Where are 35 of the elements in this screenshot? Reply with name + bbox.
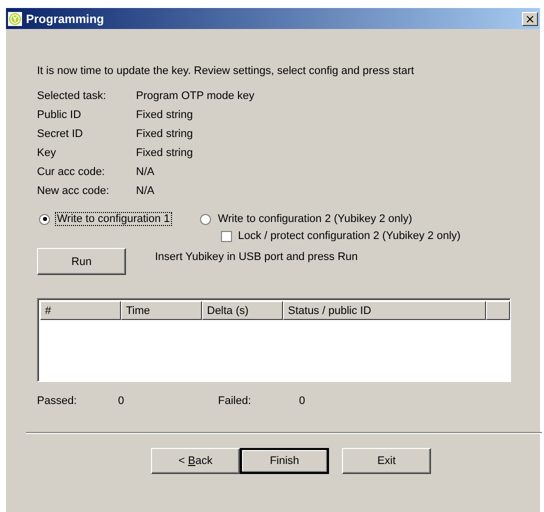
checkbox-label[interactable]: Lock / protect configuration 2 (Yubikey 2 only) [238, 230, 461, 242]
setting-value: Fixed string [136, 127, 193, 141]
checkbox[interactable] [221, 230, 232, 242]
counter-label: Failed: [218, 394, 252, 408]
y-logo-icon [8, 12, 22, 26]
setting-label: Public ID [37, 108, 82, 122]
radio-label[interactable]: Write to configuration 1 [55, 212, 172, 226]
column-header[interactable]: Status / public ID [283, 301, 486, 320]
counter-value: 0 [299, 394, 306, 408]
status-text: Insert Yubikey in USB port and press Run [155, 251, 358, 263]
window-title: Programming [26, 12, 106, 26]
setting-value: Fixed string [136, 108, 193, 122]
dialog-button[interactable]: < Back [151, 448, 240, 474]
setting-label: Cur acc code: [37, 165, 105, 179]
setting-label: New acc code: [37, 184, 110, 198]
column-header[interactable]: Time [121, 301, 202, 320]
dialog-button[interactable]: Exit [342, 448, 431, 474]
column-header[interactable]: # [40, 301, 121, 320]
setting-value: Fixed string [136, 146, 193, 160]
setting-value: N/A [136, 165, 154, 179]
instruction-text: It is now time to update the key. Review settings, select config and press start [37, 65, 416, 79]
dialog-button[interactable]: Finish [240, 448, 329, 474]
counter-label: Passed: [37, 394, 78, 408]
radio-button[interactable] [200, 214, 211, 224]
counter-value: 0 [118, 394, 126, 408]
setting-label: Key [37, 146, 56, 160]
column-header[interactable]: Delta (s) [202, 301, 283, 320]
setting-label: Selected task: [37, 89, 106, 103]
radio-label[interactable]: Write to configuration 2 (Yubikey 2 only) [216, 212, 414, 226]
setting-value: N/A [136, 184, 154, 198]
radio-button[interactable] [39, 214, 50, 224]
setting-value: Program OTP mode key [136, 89, 254, 103]
setting-label: Secret ID [37, 127, 83, 141]
close-button[interactable]: × [522, 12, 538, 26]
run-button[interactable]: Run [37, 248, 126, 275]
